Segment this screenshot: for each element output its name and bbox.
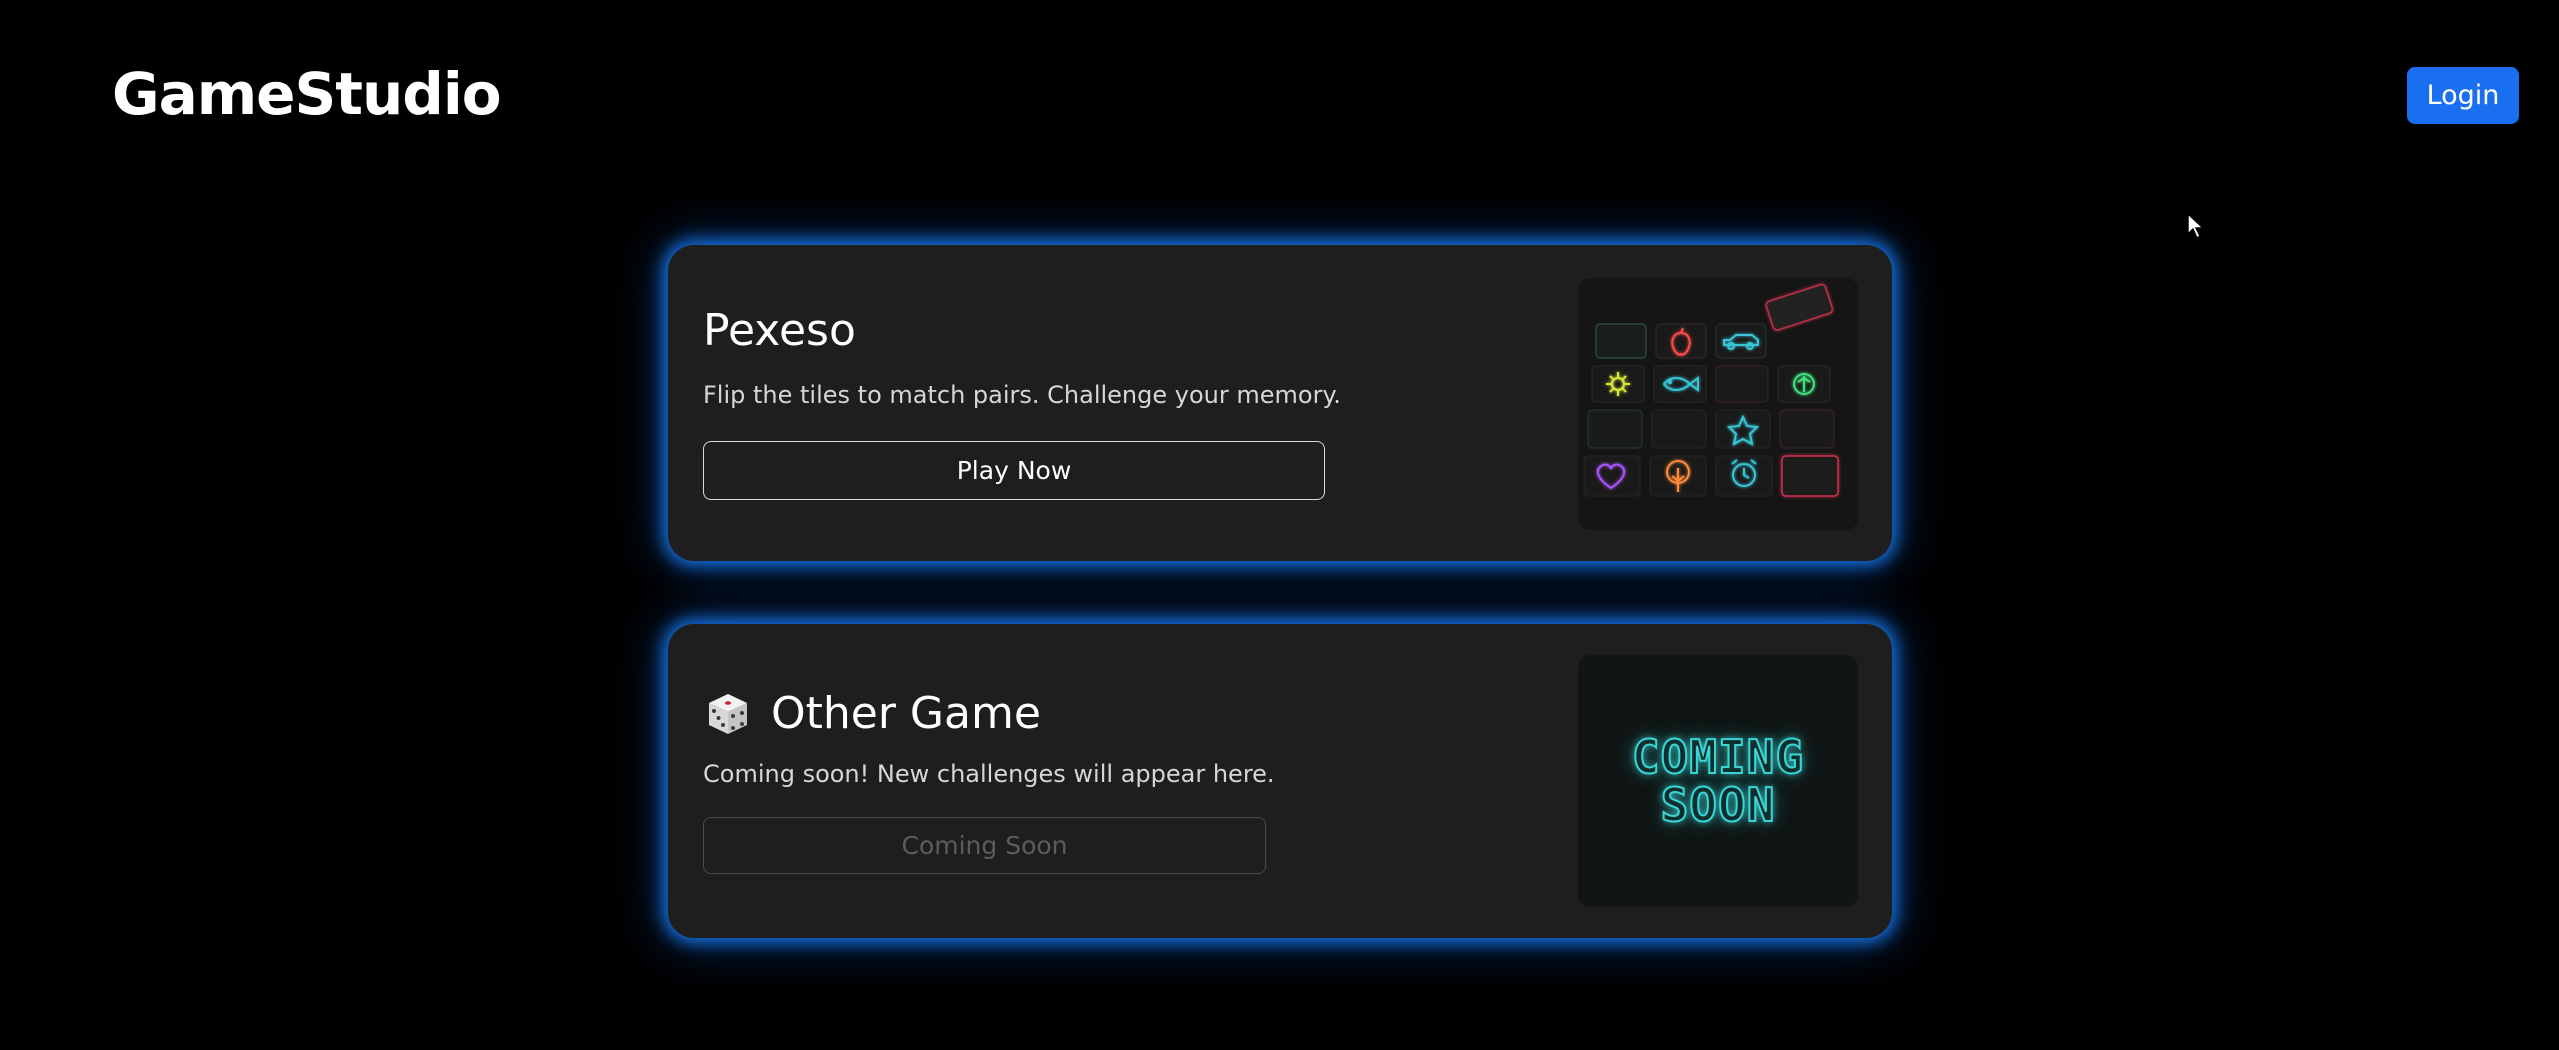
card-title: Pexeso bbox=[703, 305, 856, 356]
coming-soon-neon-text: COMING SOON bbox=[1578, 655, 1858, 907]
card-description: Coming soon! New challenges will appear … bbox=[703, 760, 1275, 788]
card-title-text: Pexeso bbox=[703, 305, 856, 356]
mouse-cursor-icon bbox=[2186, 212, 2206, 244]
pexeso-thumbnail bbox=[1578, 278, 1858, 530]
login-button[interactable]: Login bbox=[2407, 67, 2519, 124]
game-card-pexeso: Pexeso Flip the tiles to match pairs. Ch… bbox=[668, 245, 1892, 561]
coming-text-line-2: SOON bbox=[1660, 778, 1776, 832]
dice-icon bbox=[703, 689, 753, 739]
page: GameStudio Login Pexeso Flip the tiles t… bbox=[0, 0, 2559, 1050]
card-title: Other Game bbox=[703, 688, 1041, 739]
memory-tiles-image bbox=[1578, 278, 1858, 530]
coming-soon-button: Coming Soon bbox=[703, 817, 1266, 874]
brand-logo[interactable]: GameStudio bbox=[112, 60, 502, 128]
coming-soon-thumbnail: COMING SOON bbox=[1578, 655, 1858, 907]
coming-text-line-1: COMING bbox=[1631, 730, 1805, 784]
play-now-button[interactable]: Play Now bbox=[703, 441, 1325, 500]
game-card-other: Other Game Coming soon! New challenges w… bbox=[668, 624, 1892, 938]
card-title-text: Other Game bbox=[771, 688, 1041, 739]
card-description: Flip the tiles to match pairs. Challenge… bbox=[703, 381, 1341, 409]
